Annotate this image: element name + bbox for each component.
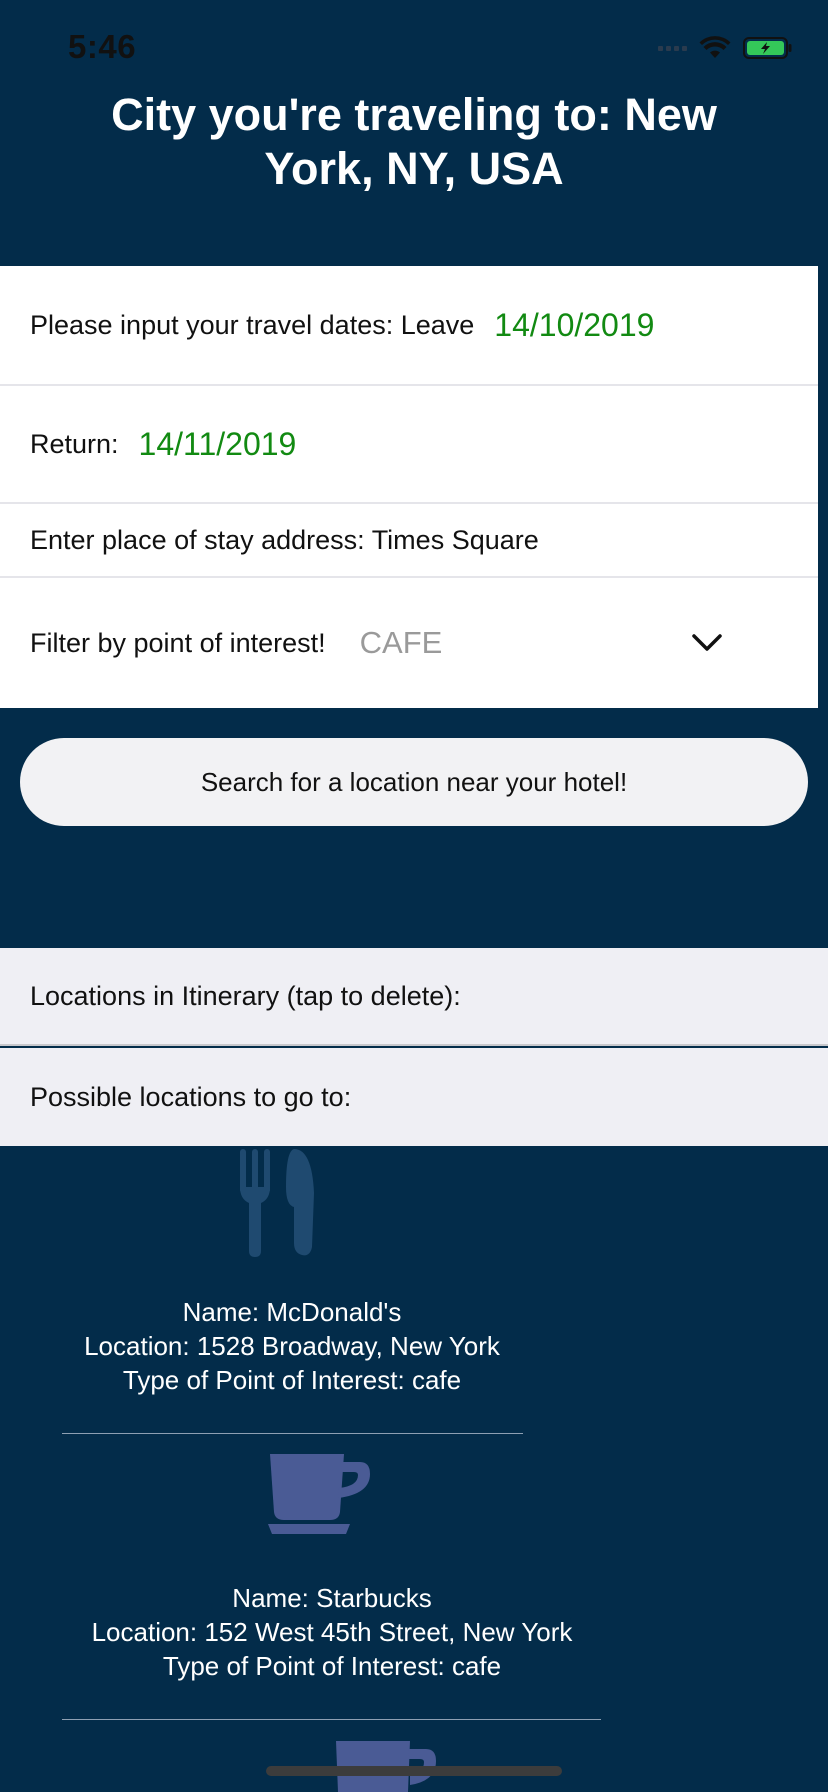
possible-locations-section: Possible locations to go to: (0, 1048, 828, 1146)
filter-label: Filter by point of interest! (30, 627, 326, 658)
list-divider (62, 1433, 523, 1434)
stay-address-field[interactable]: Enter place of stay address: Times Squar… (30, 525, 539, 556)
wifi-icon (699, 36, 731, 58)
status-bar: 5:46 (0, 0, 828, 100)
place-type: Type of Point of Interest: cafe (122, 1365, 462, 1395)
return-date-row: Return: 14/11/2019 (0, 386, 818, 504)
battery-icon (743, 37, 792, 59)
search-location-button[interactable]: Search for a location near your hotel! (20, 738, 808, 826)
travel-dates-label: Please input your travel dates: Leave (30, 309, 475, 340)
return-date-picker[interactable]: 14/11/2019 (139, 426, 297, 463)
coffee-cup-icon (336, 1741, 436, 1792)
place-type: Type of Point of Interest: cafe (162, 1651, 502, 1681)
chevron-down-icon[interactable] (692, 634, 722, 652)
travel-dates-row: Please input your travel dates: Leave 14… (0, 266, 818, 386)
filter-row[interactable]: Filter by point of interest! CAFE (0, 578, 818, 708)
status-icons (658, 36, 793, 60)
coffee-cup-icon (268, 1454, 370, 1534)
itinerary-label: Locations in Itinerary (tap to delete): (30, 980, 461, 1011)
place-location: Location: 1528 Broadway, New York (84, 1331, 500, 1361)
possible-locations-label: Possible locations to go to: (30, 1081, 352, 1112)
cellular-signal-icon (658, 45, 687, 51)
list-divider (62, 1719, 601, 1720)
home-indicator[interactable] (266, 1766, 562, 1776)
status-time: 5:46 (68, 28, 137, 65)
place-name: Name: Starbucks (232, 1583, 432, 1613)
place-name: Name: McDonald's (182, 1297, 402, 1327)
place-location: Location: 152 West 45th Street, New York (91, 1617, 573, 1647)
place-details: Name: Starbucks Location: 152 West 45th … (60, 1581, 604, 1683)
stay-address-row[interactable]: Enter place of stay address: Times Squar… (0, 504, 818, 578)
leave-date-picker[interactable]: 14/10/2019 (494, 307, 654, 344)
filter-select[interactable]: CAFE (360, 625, 443, 661)
place-details: Name: McDonald's Location: 1528 Broadway… (60, 1295, 524, 1397)
itinerary-section[interactable]: Locations in Itinerary (tap to delete): (0, 948, 828, 1046)
return-label: Return: (30, 428, 119, 459)
restaurant-icon (240, 1149, 314, 1257)
page-title: City you're traveling to: New York, NY, … (111, 89, 717, 194)
